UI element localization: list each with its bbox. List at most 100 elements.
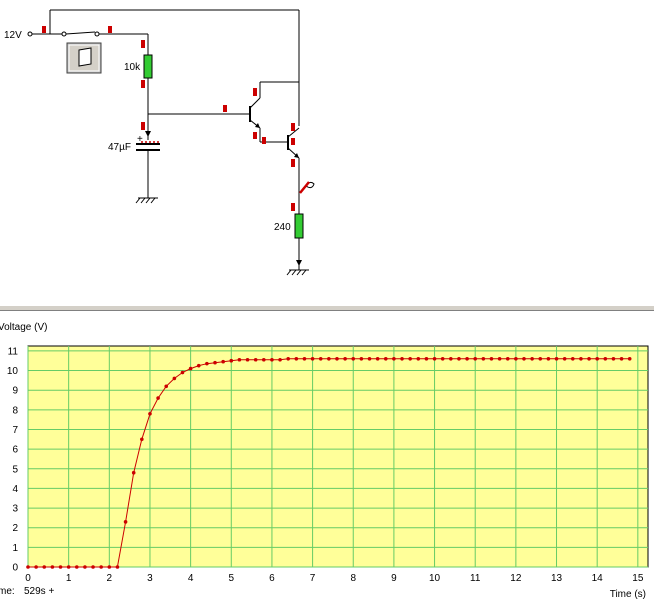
- data-point: [343, 356, 347, 361]
- supply-terminal[interactable]: [27, 31, 33, 37]
- x-tick-label: 4: [188, 573, 194, 584]
- data-point: [262, 357, 266, 362]
- x-tick-label: 0: [25, 573, 31, 584]
- x-tick-label: 3: [147, 573, 153, 584]
- data-point: [180, 370, 185, 375]
- data-point: [107, 565, 112, 569]
- x-tick-label: 8: [350, 573, 356, 584]
- data-point: [335, 356, 339, 361]
- lamp-indicator: [299, 181, 310, 194]
- x-tick-label: 12: [510, 573, 522, 584]
- data-point: [457, 356, 461, 361]
- capacitor-charge-dots: [141, 141, 159, 143]
- data-point: [302, 356, 307, 361]
- data-point: [554, 356, 559, 361]
- data-point: [440, 356, 445, 361]
- data-point: [74, 565, 79, 569]
- data-point: [546, 356, 551, 361]
- data-point: [351, 356, 356, 361]
- x-tick-label: 11: [470, 573, 481, 584]
- data-point: [473, 356, 478, 361]
- circuit-schematic: + 12V 10k 47µF 240: [4, 9, 315, 276]
- data-point: [83, 565, 87, 569]
- data-point: [245, 357, 250, 362]
- time-readout: 529s +: [24, 586, 54, 597]
- x-tick-label: 7: [310, 573, 316, 584]
- x-tick-label: 13: [551, 573, 563, 584]
- data-point: [570, 356, 575, 361]
- data-point: [416, 356, 421, 361]
- data-point: [164, 384, 169, 389]
- data-point: [115, 565, 120, 569]
- data-point: [489, 356, 494, 361]
- switch-toggle[interactable]: [66, 42, 102, 74]
- y-tick-label: 8: [12, 405, 18, 416]
- data-point: [310, 356, 315, 361]
- data-point: [562, 356, 567, 361]
- y-tick-label: 0: [12, 563, 18, 574]
- y-tick-label: 6: [12, 445, 18, 456]
- data-point: [58, 565, 63, 569]
- data-point: [26, 565, 30, 569]
- data-point: [400, 356, 404, 361]
- y-tick-label: 3: [12, 504, 18, 515]
- data-point: [497, 356, 502, 361]
- data-point: [587, 356, 591, 361]
- y-tick-label: 7: [12, 425, 18, 436]
- svg-text:+: +: [137, 134, 143, 145]
- y-tick-label: 9: [12, 386, 18, 397]
- resistor-10k[interactable]: [143, 54, 153, 79]
- data-point: [627, 356, 632, 361]
- x-tick-label: 2: [107, 573, 113, 584]
- data-point: [514, 356, 518, 361]
- data-point: [42, 565, 47, 569]
- y-tick-label: 2: [12, 523, 18, 534]
- data-point: [383, 356, 388, 361]
- time-readout-prefix: me:: [0, 586, 15, 597]
- data-point: [131, 470, 136, 475]
- data-point: [611, 356, 616, 361]
- data-point: [408, 356, 412, 361]
- plot-area: [27, 345, 649, 568]
- data-point: [50, 565, 55, 569]
- x-axis-label: Time (s): [610, 589, 646, 600]
- data-point: [375, 356, 380, 361]
- y-tick-label: 1: [12, 543, 18, 554]
- data-point: [530, 356, 534, 361]
- data-point: [449, 356, 453, 361]
- data-point: [148, 411, 152, 416]
- data-point: [392, 356, 396, 361]
- x-tick-label: 5: [228, 573, 234, 584]
- data-point: [270, 357, 274, 362]
- x-tick-label: 15: [632, 573, 644, 584]
- capacitor-label: 47µF: [108, 142, 131, 153]
- data-point: [465, 356, 469, 361]
- x-tick-label: 1: [66, 573, 72, 584]
- data-point: [432, 356, 437, 361]
- data-point: [156, 396, 160, 400]
- x-tick-label: 6: [269, 573, 275, 584]
- data-point: [213, 360, 217, 365]
- y-tick-label: 5: [12, 464, 18, 475]
- x-tick-label: 9: [391, 573, 397, 584]
- data-point: [424, 356, 429, 361]
- y-tick-label: 4: [12, 484, 18, 495]
- y-tick-label: 10: [7, 366, 19, 377]
- data-point: [123, 520, 128, 524]
- data-point: [522, 356, 526, 361]
- data-point: [286, 356, 290, 361]
- voltage-time-graph: 0 1 2 3 4 5 6 7 8 9 10 11 12 13 14 1501234567891011 Vol…: [0, 322, 649, 600]
- data-point: [253, 357, 258, 362]
- data-point: [66, 565, 71, 569]
- data-point: [505, 356, 510, 361]
- data-point: [359, 356, 364, 361]
- data-point: [327, 356, 331, 361]
- data-point: [237, 357, 242, 362]
- data-point: [91, 565, 95, 569]
- data-point: [229, 358, 234, 363]
- data-point: [318, 356, 323, 361]
- data-point: [367, 356, 372, 361]
- data-point: [619, 356, 624, 361]
- resistor-240[interactable]: [294, 213, 304, 239]
- data-point: [196, 363, 201, 368]
